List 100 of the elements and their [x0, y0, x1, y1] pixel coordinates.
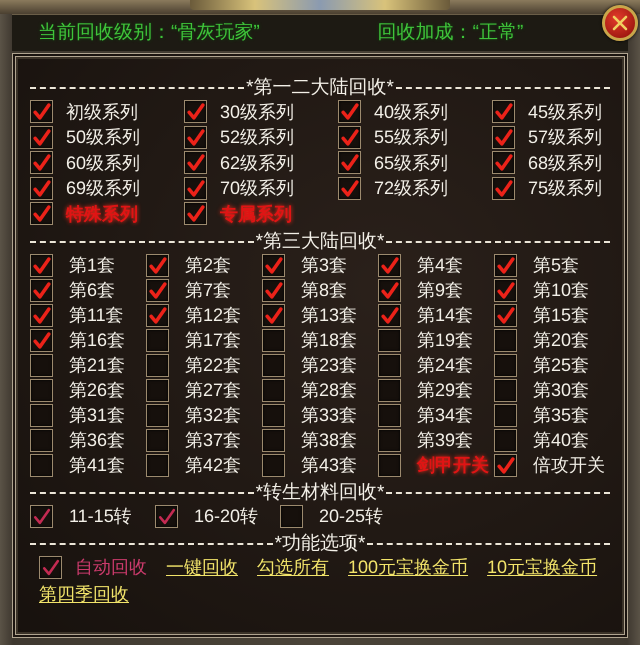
checkbox[interactable] [378, 404, 401, 426]
checkbox[interactable] [262, 354, 285, 376]
checkbox[interactable] [494, 354, 517, 376]
checkbox[interactable] [492, 151, 515, 174]
checkbox[interactable] [262, 428, 285, 452]
checkbox[interactable] [378, 354, 401, 376]
checkbox[interactable] [378, 304, 401, 326]
series-label: 初级系列 [66, 100, 138, 122]
checkbox[interactable] [378, 428, 401, 452]
text-link[interactable]: 100元宝换金币 [348, 556, 468, 578]
set-label: 第15套 [533, 304, 590, 326]
checkbox[interactable] [262, 404, 285, 426]
checkbox[interactable] [30, 278, 53, 302]
checkbox[interactable] [494, 278, 517, 302]
checkmark-icon [264, 256, 282, 274]
checkbox[interactable] [30, 378, 53, 402]
set-label: 第40套 [533, 429, 590, 451]
checkbox[interactable] [262, 254, 285, 276]
checkbox[interactable] [30, 176, 53, 200]
checkbox[interactable] [30, 504, 53, 528]
checkbox[interactable] [262, 454, 285, 476]
checkbox[interactable] [494, 328, 517, 352]
checkmark-icon [148, 306, 166, 324]
checkbox[interactable] [492, 176, 515, 200]
checkbox[interactable] [280, 504, 303, 528]
checkmark-icon [32, 256, 50, 274]
checkmark-icon [494, 154, 512, 171]
checkbox[interactable] [492, 126, 515, 148]
section-title: *第三大陆回收* [254, 232, 386, 252]
checkbox[interactable] [494, 378, 517, 402]
checkbox[interactable] [378, 454, 401, 476]
checkbox[interactable] [30, 151, 53, 174]
checkbox[interactable] [30, 354, 53, 376]
checkbox[interactable] [30, 454, 53, 476]
checkbox[interactable] [494, 428, 517, 452]
checkbox[interactable] [492, 100, 515, 123]
material-label: 20-25转 [319, 505, 384, 527]
checkbox[interactable] [338, 126, 361, 148]
checkmark-icon [186, 128, 204, 146]
checkbox[interactable] [262, 304, 285, 326]
checkbox[interactable] [146, 254, 169, 276]
checkbox[interactable] [184, 100, 207, 123]
checkbox[interactable] [184, 202, 207, 225]
checkbox[interactable] [146, 378, 169, 402]
checkbox[interactable] [494, 454, 517, 476]
set-label: 第14套 [417, 304, 474, 326]
checkbox[interactable] [146, 278, 169, 302]
checkmark-icon [32, 508, 50, 524]
checkbox[interactable] [378, 328, 401, 352]
checkbox[interactable] [378, 278, 401, 302]
checkbox[interactable] [338, 151, 361, 174]
text-link[interactable]: 10元宝换金币 [487, 556, 598, 578]
checkbox[interactable] [30, 328, 53, 352]
checkbox[interactable] [262, 278, 285, 302]
checkbox[interactable] [30, 304, 53, 326]
checkbox[interactable] [262, 378, 285, 402]
checkbox[interactable] [184, 176, 207, 200]
checkmark-icon [264, 282, 282, 298]
checkbox[interactable] [146, 454, 169, 476]
checkbox[interactable] [155, 504, 178, 528]
checkbox[interactable] [494, 304, 517, 326]
checkmark-icon [496, 456, 514, 474]
checkbox[interactable] [30, 202, 53, 225]
checkbox[interactable] [184, 126, 207, 148]
checkbox[interactable] [184, 151, 207, 174]
series-label: 专属系列 [220, 202, 292, 224]
checkbox[interactable] [146, 354, 169, 376]
checkmark-icon [340, 128, 358, 146]
set-label: 第2套 [185, 254, 232, 276]
checkbox[interactable] [146, 404, 169, 426]
series-label: 55级系列 [374, 126, 448, 148]
checkbox[interactable] [494, 404, 517, 426]
set-label: 倍攻开关 [533, 454, 605, 476]
checkbox[interactable] [30, 404, 53, 426]
set-label: 第30套 [533, 379, 590, 401]
checkbox[interactable] [30, 126, 53, 148]
checkbox[interactable] [262, 328, 285, 352]
checkbox[interactable] [30, 100, 53, 123]
checkbox[interactable] [338, 176, 361, 200]
text-link[interactable]: 第四季回收 [39, 582, 129, 604]
checkmark-icon [32, 205, 50, 222]
checkmark-icon [494, 103, 512, 120]
checkbox[interactable] [146, 328, 169, 352]
series-label: 68级系列 [528, 152, 602, 174]
checkbox[interactable] [39, 556, 62, 578]
text-link[interactable]: 勾选所有 [257, 556, 329, 578]
section-title: *功能选项* [274, 534, 366, 554]
checkmark-icon [32, 154, 50, 171]
checkbox[interactable] [146, 428, 169, 452]
text-link[interactable]: 一键回收 [166, 556, 238, 578]
checkbox[interactable] [338, 100, 361, 123]
set-label: 剑甲开关 [417, 454, 489, 476]
set-label: 第13套 [301, 304, 358, 326]
series-label: 75级系列 [528, 177, 602, 199]
checkbox[interactable] [146, 304, 169, 326]
checkbox[interactable] [378, 378, 401, 402]
checkbox[interactable] [494, 254, 517, 276]
checkbox[interactable] [30, 428, 53, 452]
checkbox[interactable] [30, 254, 53, 276]
checkbox[interactable] [378, 254, 401, 276]
